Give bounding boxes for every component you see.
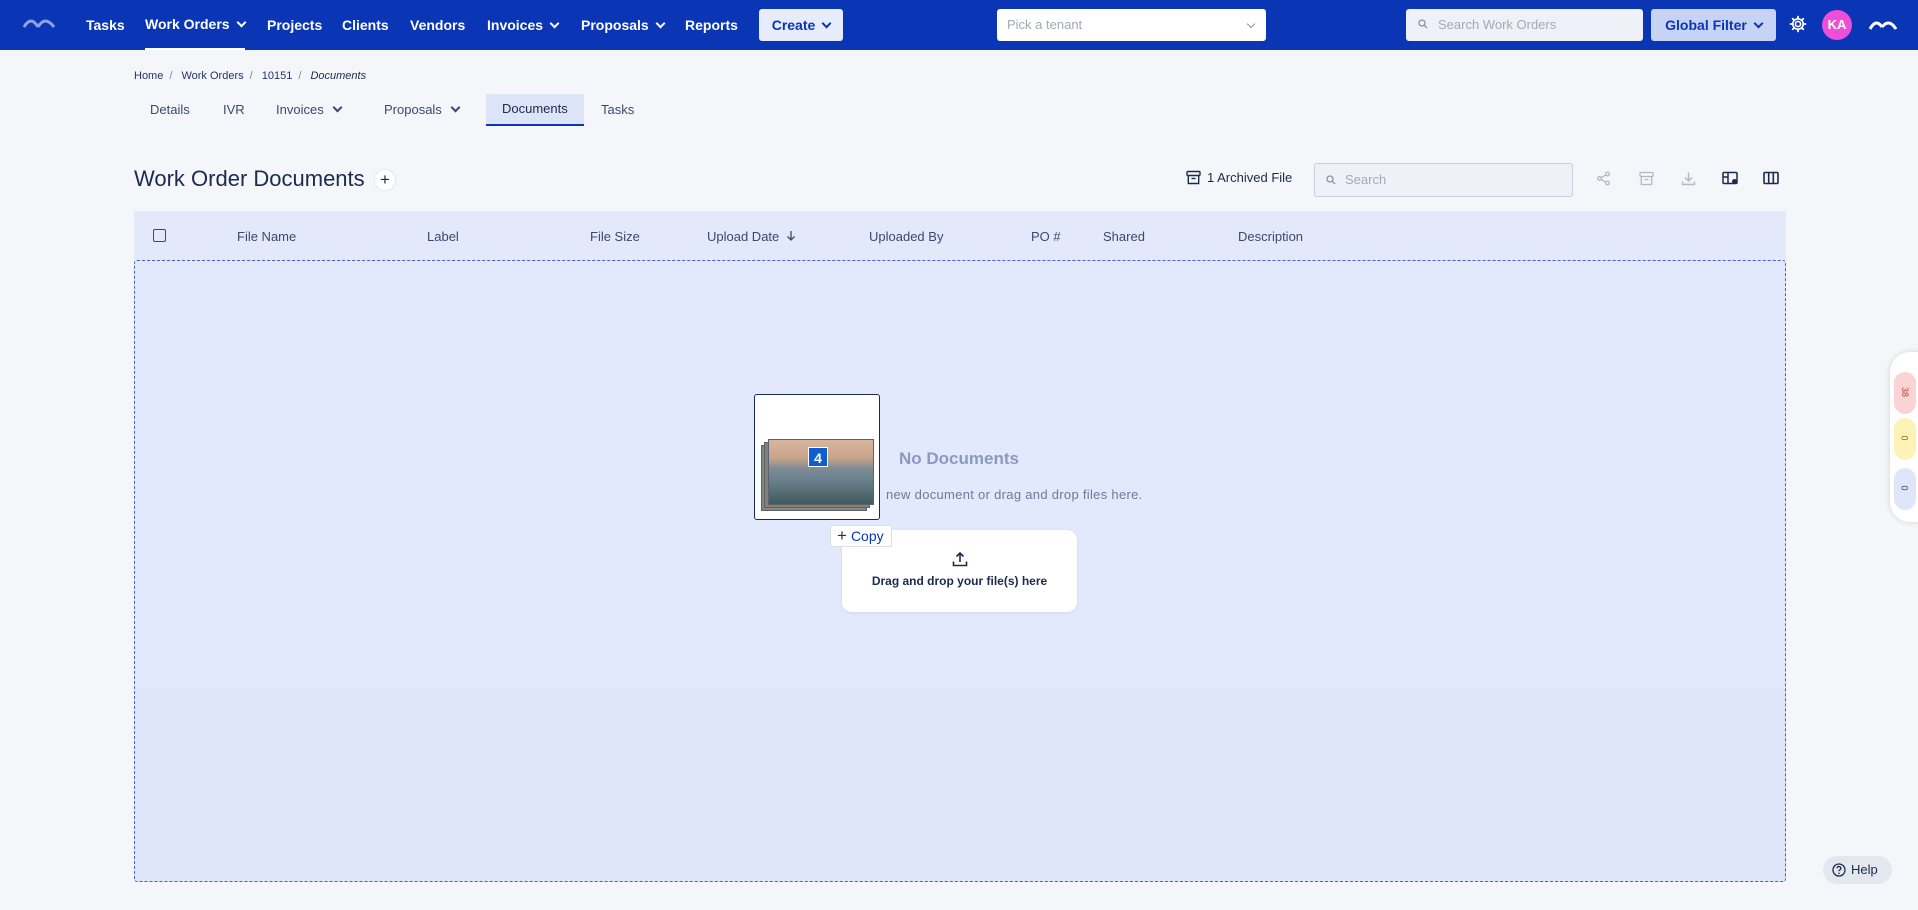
drag-copy-indicator: + Copy (830, 525, 892, 547)
archived-label: 1 Archived File (1207, 170, 1293, 185)
column-file-size[interactable]: File Size (590, 229, 640, 244)
archive-action-icon[interactable] (1639, 171, 1654, 186)
breadcrumb-home[interactable]: Home (134, 70, 163, 82)
breadcrumb-work-orders[interactable]: Work Orders (181, 70, 243, 82)
archive-icon (1186, 170, 1201, 185)
tenant-placeholder: Pick a tenant (1007, 17, 1083, 32)
nav-reports[interactable]: Reports (685, 0, 738, 50)
upload-icon (952, 551, 968, 567)
download-icon[interactable] (1681, 171, 1696, 186)
tab-ivr[interactable]: IVR (207, 94, 261, 126)
chevron-down-icon (332, 102, 343, 113)
sort-descending-icon (786, 231, 795, 241)
search-icon (1418, 19, 1428, 29)
plus-icon: + (837, 526, 847, 545)
search-placeholder: Search (1345, 172, 1387, 187)
chevron-down-icon (1753, 18, 1764, 29)
dragged-count-badge: 4 (808, 447, 828, 467)
column-label[interactable]: Label (427, 229, 459, 244)
chevron-down-icon (236, 17, 246, 28)
tab-invoices[interactable]: Invoices (260, 94, 357, 126)
nav-projects[interactable]: Projects (267, 0, 322, 50)
help-button[interactable]: Help (1823, 856, 1892, 884)
nav-tasks[interactable]: Tasks (86, 0, 125, 50)
user-avatar[interactable]: KA (1822, 10, 1852, 40)
nav-vendors[interactable]: Vendors (410, 0, 465, 50)
column-upload-date-label: Upload Date (707, 229, 780, 244)
tab-details[interactable]: Details (134, 94, 206, 126)
nav-proposals[interactable]: Proposals (581, 0, 666, 50)
upload-label: Drag and drop your file(s) here (871, 574, 1048, 588)
brand-logo-icon[interactable] (22, 15, 56, 29)
column-file-name[interactable]: File Name (237, 229, 296, 244)
copy-label: Copy (850, 528, 884, 544)
empty-state-subtitle: new document or drag and drop files here… (886, 487, 1143, 502)
chevron-down-icon (549, 18, 560, 29)
nav-clients[interactable]: Clients (342, 0, 389, 50)
status-count-red[interactable]: 38 (1894, 372, 1916, 414)
help-icon (1832, 863, 1846, 877)
column-shared[interactable]: Shared (1103, 229, 1145, 244)
global-filter-button[interactable]: Global Filter (1651, 9, 1776, 41)
nav-invoices[interactable]: Invoices (487, 0, 560, 50)
chevron-down-icon (655, 18, 666, 29)
dragged-files-preview: 4 (754, 394, 880, 520)
side-status-widget[interactable]: 38 0 0 (1890, 352, 1918, 522)
column-po-number[interactable]: PO # (1031, 229, 1061, 244)
chevron-down-icon (1246, 19, 1256, 29)
table-header: File Name Label File Size Upload Date Up… (134, 211, 1786, 260)
search-work-orders-input[interactable]: Search Work Orders (1406, 9, 1643, 41)
search-placeholder: Search Work Orders (1438, 17, 1557, 32)
chevron-down-icon (821, 18, 832, 29)
select-all-checkbox[interactable] (153, 229, 166, 242)
document-search-input[interactable]: Search (1314, 163, 1573, 197)
share-icon[interactable] (1596, 171, 1611, 186)
column-uploaded-by[interactable]: Uploaded By (869, 229, 943, 244)
tab-documents[interactable]: Documents (486, 94, 584, 126)
tenant-select[interactable]: Pick a tenant (997, 9, 1266, 41)
columns-icon[interactable] (1763, 171, 1779, 186)
breadcrumb-current: Documents (310, 70, 367, 82)
chevron-down-icon (450, 102, 461, 113)
help-label: Help (1851, 862, 1878, 877)
breadcrumb-work-order-id[interactable]: 10151 (262, 70, 293, 82)
breadcrumb: Home / Work Orders/ 10151/ Documents (134, 70, 367, 82)
column-description[interactable]: Description (1238, 229, 1303, 244)
brand-mark-icon (1868, 21, 1898, 30)
empty-state-title: No Documents (899, 449, 1019, 468)
column-upload-date[interactable]: Upload Date (707, 229, 796, 244)
status-count-blue[interactable]: 0 (1894, 468, 1916, 510)
add-document-button[interactable]: + (374, 169, 396, 191)
archived-files-link[interactable]: 1 Archived File (1186, 170, 1292, 185)
search-icon (1326, 175, 1336, 185)
layout-settings-icon[interactable] (1722, 171, 1739, 186)
tab-proposals[interactable]: Proposals (368, 94, 475, 126)
create-button[interactable]: Create (759, 9, 843, 41)
nav-work-orders[interactable]: Work Orders (145, 0, 246, 50)
status-count-yellow[interactable]: 0 (1894, 418, 1916, 460)
tab-tasks[interactable]: Tasks (585, 94, 650, 126)
gear-icon[interactable] (1789, 15, 1807, 33)
page-title: Work Order Documents (134, 166, 365, 191)
top-navbar: Tasks Work Orders Projects Clients Vendo… (0, 0, 1918, 50)
